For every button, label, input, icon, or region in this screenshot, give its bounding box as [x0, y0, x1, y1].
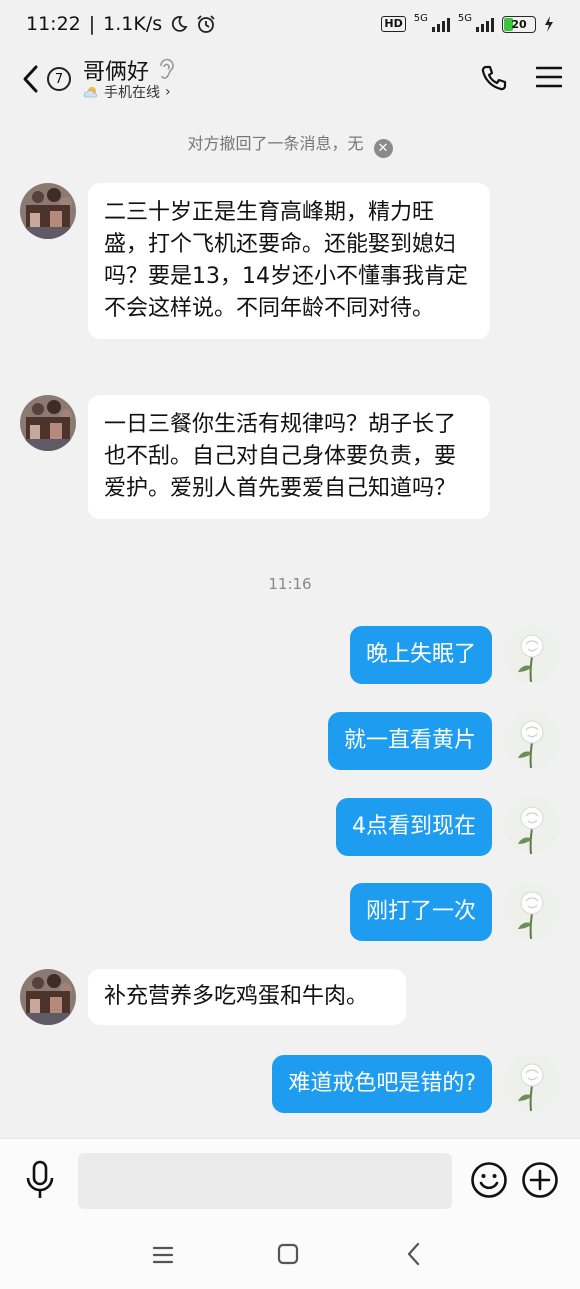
- my-avatar[interactable]: [504, 1055, 560, 1111]
- message-bubble-incoming[interactable]: 补充营养多吃鸡蛋和牛肉。: [88, 969, 406, 1025]
- message-bubble-outgoing[interactable]: 4点看到现在: [336, 798, 492, 856]
- emoji-icon[interactable]: [470, 1161, 508, 1199]
- status-left: 11:22 | 1.1K/s: [26, 13, 216, 35]
- weather-icon: [83, 87, 97, 98]
- phone-icon[interactable]: [480, 64, 508, 92]
- my-avatar[interactable]: [504, 626, 560, 682]
- close-icon[interactable]: ✕: [373, 139, 393, 158]
- online-status-text: 手机在线: [104, 85, 160, 101]
- battery-icon: 20: [502, 15, 536, 33]
- message-bubble-incoming[interactable]: 二三十岁正是生育高峰期，精力旺盛，打个飞机还要命。还能娶到媳妇吗？要是13，14…: [88, 183, 490, 339]
- chevron-right-icon: ›: [165, 84, 171, 100]
- hd-badge: HD: [381, 16, 406, 32]
- net-label-1: 5G: [413, 13, 428, 24]
- back-icon[interactable]: [20, 64, 42, 94]
- recall-notice-text: 对方撤回了一条消息，无: [187, 134, 364, 153]
- add-icon[interactable]: [521, 1161, 559, 1199]
- my-avatar[interactable]: [504, 798, 560, 854]
- unread-count-badge[interactable]: 7: [47, 67, 71, 91]
- my-avatar[interactable]: [504, 712, 560, 768]
- net-label-2: 5G: [457, 13, 472, 24]
- menu-icon[interactable]: [536, 66, 562, 88]
- home-icon[interactable]: [277, 1243, 299, 1265]
- status-bar: 11:22 | 1.1K/s HD 5G 5G 20: [0, 0, 580, 48]
- status-right: HD 5G 5G 20: [381, 14, 554, 34]
- message-input[interactable]: [78, 1153, 452, 1209]
- contact-avatar[interactable]: [20, 395, 76, 451]
- battery-level: 20: [511, 17, 527, 31]
- signal-icon-2: [476, 16, 494, 32]
- moon-icon: [171, 16, 188, 32]
- nav-back-icon[interactable]: [404, 1241, 424, 1267]
- message-bubble-outgoing[interactable]: 就一直看黄片: [327, 712, 492, 770]
- divider: |: [88, 13, 96, 35]
- clock: 11:22: [26, 13, 81, 35]
- chat-header: 7 哥俩好 手机在线 ›: [0, 52, 580, 106]
- input-bar: [0, 1138, 580, 1224]
- recall-notice: 对方撤回了一条消息，无 ✕: [0, 130, 580, 158]
- my-avatar[interactable]: [504, 883, 560, 939]
- message-bubble-outgoing[interactable]: 刚打了一次: [349, 883, 492, 941]
- message-bubble-outgoing[interactable]: 难道戒色吧是错的?: [272, 1055, 492, 1113]
- recent-apps-icon[interactable]: [152, 1244, 174, 1266]
- network-speed: 1.1K/s: [103, 13, 163, 35]
- alarm-icon: [197, 15, 215, 33]
- signal-icon-1: [431, 16, 450, 32]
- message-bubble-incoming[interactable]: 一日三餐你生活有规律吗？胡子长了也不刮。自己对自己身体要负责，要爱护。爱别人首先…: [88, 395, 490, 519]
- contact-avatar[interactable]: [20, 183, 76, 239]
- microphone-icon[interactable]: [24, 1160, 56, 1200]
- contact-avatar[interactable]: [20, 969, 76, 1025]
- online-status[interactable]: 手机在线 ›: [83, 82, 171, 102]
- ear-icon: [160, 58, 174, 79]
- message-timestamp: 11:16: [268, 575, 312, 593]
- message-bubble-outgoing[interactable]: 晚上失眠了: [349, 626, 492, 684]
- charging-icon: [545, 16, 553, 32]
- system-nav-bar: [0, 1224, 580, 1289]
